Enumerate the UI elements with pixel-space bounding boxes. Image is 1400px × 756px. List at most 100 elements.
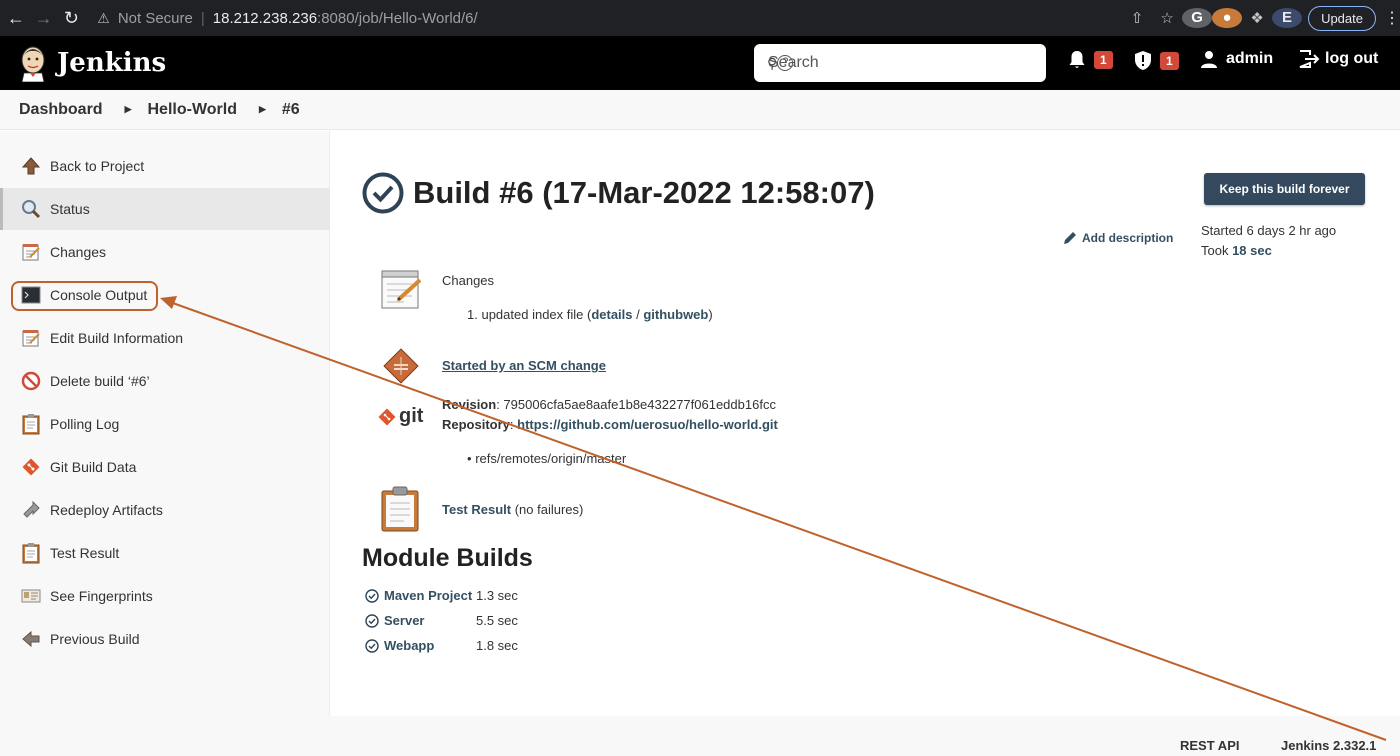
no-entry-icon [21, 371, 41, 391]
jenkins-logo[interactable]: Jenkins [18, 44, 166, 82]
sidebar-item-polling-log[interactable]: Polling Log [0, 403, 330, 445]
logout-icon [1299, 50, 1320, 68]
puzzle-icon[interactable]: ❖ [1242, 9, 1272, 27]
reload-icon[interactable]: ↻ [60, 8, 84, 29]
clipboard-icon [21, 414, 41, 435]
sidebar-item-git-build-data[interactable]: Git Build Data [0, 446, 330, 488]
sidebar-item-redeploy-artifacts[interactable]: Redeploy Artifacts [0, 489, 330, 531]
test-result-link[interactable]: Test Result [442, 502, 511, 517]
sidebar-item-edit-build-information[interactable]: Edit Build Information [0, 317, 330, 359]
module-row: Maven Project 1.3 sec [365, 588, 518, 603]
left-arrow-icon [21, 629, 41, 649]
console-output-highlight [11, 281, 158, 311]
module-link[interactable]: Webapp [384, 638, 476, 653]
sidebar-item-label: Status [50, 201, 90, 217]
revision-line: Revision: 795006cfa5ae8aafe1b8e432277f06… [442, 397, 776, 412]
sidebar-item-test-result[interactable]: Test Result [0, 532, 330, 574]
up-arrow-icon [21, 156, 41, 176]
git-logo: git [378, 405, 423, 428]
sidebar-item-label: Back to Project [50, 158, 145, 174]
change-item: 1. updated index file (details / githubw… [467, 307, 713, 322]
breadcrumb-dashboard[interactable]: Dashboard [19, 101, 103, 119]
success-check-icon [365, 613, 379, 628]
brand-name: Jenkins [57, 48, 167, 78]
add-description-link[interactable]: Add description [1062, 230, 1173, 246]
breadcrumb-build[interactable]: #6 [282, 101, 300, 119]
duration-link[interactable]: 18 sec [1232, 243, 1272, 258]
pencil-icon [1064, 232, 1076, 244]
module-link[interactable]: Maven Project [384, 588, 476, 603]
notepad-icon [21, 328, 41, 348]
forward-icon[interactable]: → [32, 8, 56, 29]
keep-forever-button[interactable]: Keep this build forever [1204, 173, 1365, 205]
started-text: Started 6 days 2 hr ago [1201, 223, 1337, 238]
google-extension-icon[interactable]: G [1182, 8, 1213, 28]
scm-change-icon [380, 345, 422, 389]
sidebar-item-back-to-project[interactable]: Back to Project [0, 145, 330, 187]
sidebar-item-label: Redeploy Artifacts [50, 502, 163, 518]
search-input[interactable]: Search [768, 54, 819, 72]
sidebar-item-label: See Fingerprints [50, 588, 153, 604]
sidebar-item-see-fingerprints[interactable]: See Fingerprints [0, 575, 330, 617]
breadcrumb-separator-icon[interactable]: ▶ [125, 104, 132, 115]
jenkins-version-link[interactable]: Jenkins 2.332.1 [1281, 738, 1376, 753]
clipboard-icon [380, 486, 422, 532]
jenkins-header: Jenkins ⚲ Search ? 1 1 admin log out [0, 36, 1400, 90]
back-icon[interactable]: ← [4, 8, 28, 29]
sidebar-item-changes[interactable]: Changes [0, 231, 330, 273]
changes-heading: Changes [442, 273, 495, 288]
update-button[interactable]: Update [1308, 5, 1376, 31]
star-icon[interactable]: ☆ [1152, 9, 1182, 27]
githubweb-link[interactable]: githubweb [643, 307, 708, 322]
notepad-icon [380, 268, 422, 312]
browser-toolbar: ← → ↻ ⚠ Not Secure | 18.212.238.236:8080… [0, 0, 1400, 36]
breadcrumb-hello-world[interactable]: Hello-World [148, 101, 237, 119]
git-icon [21, 457, 41, 477]
profile-avatar[interactable]: E [1272, 8, 1303, 28]
username: admin [1226, 50, 1274, 67]
repository-link[interactable]: https://github.com/uerosuo/hello-world.g… [517, 417, 778, 432]
search-box[interactable]: ⚲ Search ? [754, 44, 1046, 82]
logout-link[interactable]: log out [1298, 50, 1378, 68]
module-row: Server 5.5 sec [365, 613, 518, 628]
fingerprint-icon [21, 586, 41, 606]
cookie-extension-icon[interactable]: ● [1212, 8, 1243, 28]
security-button[interactable]: 1 [1134, 50, 1179, 71]
sidebar-item-label: Edit Build Information [50, 330, 184, 346]
module-builds-heading: Module Builds [362, 544, 533, 572]
module-link[interactable]: Server [384, 613, 476, 628]
success-check-icon [365, 638, 379, 653]
menu-icon[interactable]: ⋮ [1384, 8, 1400, 28]
sidebar-item-label: Changes [50, 244, 107, 260]
sidebar-item-label: Polling Log [50, 416, 120, 432]
duration-text: Took 18 sec [1201, 243, 1272, 258]
sidebar-item-status[interactable]: Status [0, 188, 330, 230]
details-link[interactable]: details [591, 307, 632, 322]
share-icon[interactable]: ⇧ [1122, 9, 1152, 27]
build-meta: Started 6 days 2 hr ago Took 18 sec [1201, 221, 1336, 261]
url-host: 18.212.238.236 [212, 9, 318, 27]
breadcrumb-separator-icon[interactable]: ▶ [259, 104, 266, 115]
started-by-scm-link[interactable]: Started by an SCM change [442, 358, 606, 373]
notifications-button[interactable]: 1 [1068, 50, 1113, 70]
test-result-line: Test Result (no failures) [442, 502, 584, 517]
breadcrumb: Dashboard ▶ Hello-World ▶ #6 [0, 90, 1400, 130]
redeploy-icon [21, 500, 41, 520]
jenkins-butler-icon [21, 46, 45, 82]
git-icon [378, 408, 396, 425]
sidebar-item-previous-build[interactable]: Previous Build [0, 618, 330, 660]
branch-item: • refs/remotes/origin/master [467, 451, 627, 466]
repository-line: Repository: https://github.com/uerosuo/h… [442, 417, 778, 432]
sidebar-item-delete-build[interactable]: Delete build ‘#6’ [0, 360, 330, 402]
logout-label: log out [1325, 50, 1379, 67]
clipboard-icon [21, 543, 41, 564]
warning-icon: ⚠ [97, 9, 110, 26]
address-bar[interactable]: ⚠ Not Secure | 18.212.238.236:8080/job/H… [97, 0, 1084, 36]
sidebar-item-label: Git Build Data [50, 459, 137, 475]
rest-api-link[interactable]: REST API [1180, 738, 1239, 753]
user-menu[interactable]: admin [1200, 50, 1273, 68]
notepad-icon [21, 242, 41, 262]
sidebar-item-label: Previous Build [50, 631, 140, 647]
page-title: Build #6 (17-Mar-2022 12:58:07) [413, 175, 875, 210]
revision-hash: : 795006cfa5ae8aafe1b8e432277f061eddb16f… [496, 397, 776, 412]
